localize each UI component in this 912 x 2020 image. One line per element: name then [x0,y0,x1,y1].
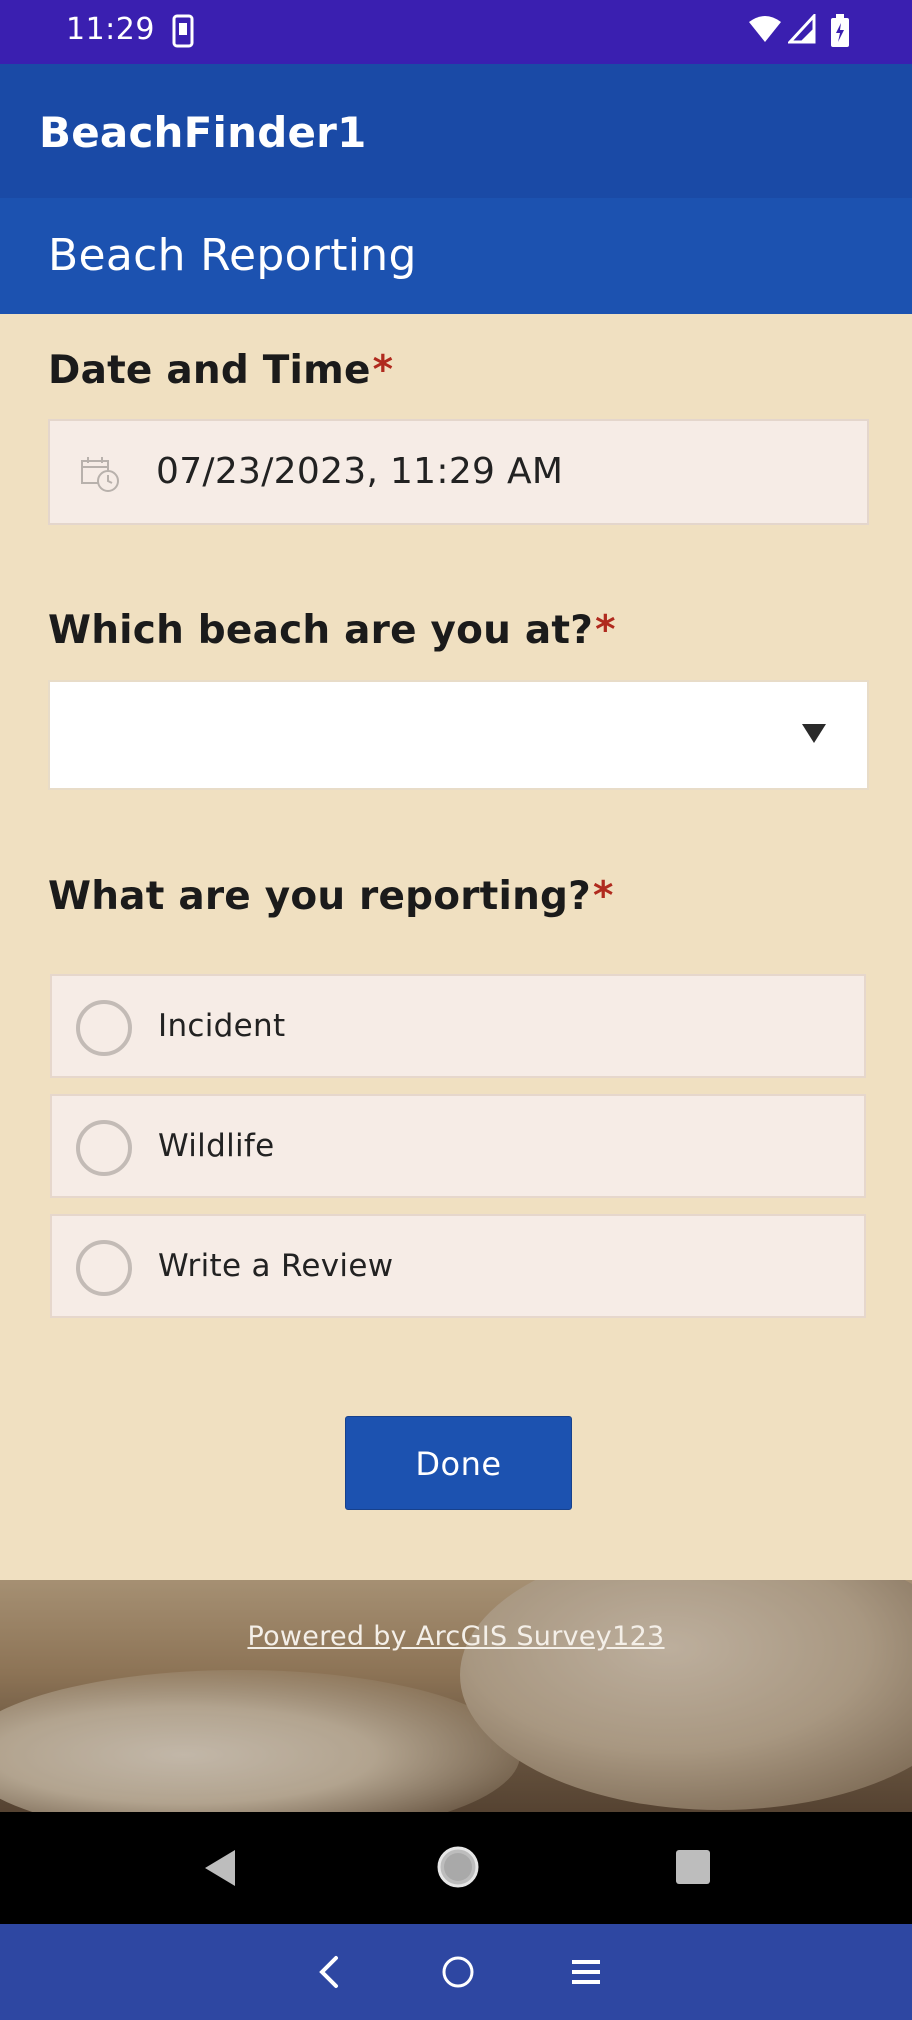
date-time-field[interactable]: 07/23/2023, 11:29 AM [48,419,869,525]
done-button[interactable]: Done [345,1416,572,1510]
calendar-clock-icon [80,455,120,497]
radio-label: Incident [158,1008,286,1044]
navigation-bar [0,1812,912,1924]
app-bar: BeachFinder1 [0,64,912,198]
radio-label: Wildlife [158,1128,275,1164]
reporting-label: What are you reporting?* [48,874,614,919]
wifi-icon [748,14,782,48]
beach-label-text: Which beach are you at? [48,608,594,653]
survey-title: Beach Reporting [48,230,417,281]
back-icon[interactable] [203,1848,237,1892]
beach-label: Which beach are you at?* [48,608,616,653]
recents-icon[interactable] [674,1848,712,1890]
radio-button-icon[interactable] [76,1240,132,1296]
system-bar [0,1924,912,2020]
radio-label: Write a Review [158,1248,394,1284]
required-marker: * [593,874,614,919]
dropdown-arrow-icon [801,722,827,748]
status-bar: 11:29 [0,0,912,64]
date-time-label-text: Date and Time [48,348,371,393]
menu-icon[interactable] [570,1958,602,1990]
radio-option-incident[interactable]: Incident [50,974,866,1078]
home-icon[interactable] [436,1845,480,1893]
radio-option-wildlife[interactable]: Wildlife [50,1094,866,1198]
chevron-left-icon[interactable] [316,1954,340,1994]
radio-option-write-a-review[interactable]: Write a Review [50,1214,866,1318]
footer-background-image: Powered by ArcGIS Survey123 [0,1580,912,1812]
phone-notification-icon [172,14,194,52]
required-marker: * [595,608,616,653]
powered-by-link[interactable]: Powered by ArcGIS Survey123 [0,1621,912,1652]
status-time: 11:29 [66,12,155,47]
required-marker: * [372,348,394,393]
beach-select[interactable] [48,680,869,790]
date-time-value: 07/23/2023, 11:29 AM [156,451,564,492]
survey-header: Beach Reporting [0,198,912,314]
cell-signal-icon [786,12,816,48]
battery-icon [830,14,850,52]
app-title: BeachFinder1 [39,108,367,157]
circle-home-icon[interactable] [440,1954,476,1994]
date-time-label: Date and Time* [48,348,393,393]
footer-shade [0,1580,912,1812]
radio-button-icon[interactable] [76,1120,132,1176]
radio-button-icon[interactable] [76,1000,132,1056]
reporting-label-text: What are you reporting? [48,874,592,919]
